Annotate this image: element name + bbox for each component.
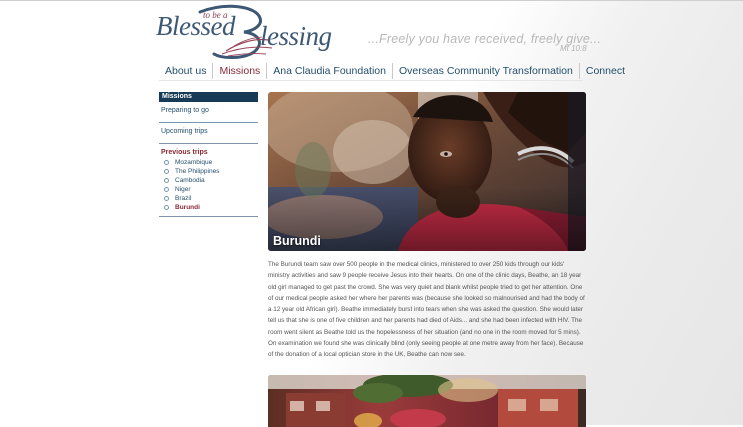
bullet-icon <box>164 187 169 192</box>
trip-label: Burundi <box>175 204 200 211</box>
nav-overseas-community-transformation[interactable]: Overseas Community Transformation <box>391 63 579 79</box>
main-nav: About us Missions Ana Claudia Foundation… <box>159 63 631 79</box>
nav-divider <box>159 80 583 81</box>
trip-item-the-philippines[interactable]: The Philippines <box>161 167 258 176</box>
nav-connect[interactable]: Connect <box>578 63 631 79</box>
nav-about-us[interactable]: About us <box>159 63 212 79</box>
trip-label: The Philippines <box>175 168 220 175</box>
trip-item-burundi[interactable]: Burundi <box>161 203 258 212</box>
trip-label: Brazil <box>175 195 192 202</box>
bullet-icon <box>164 169 169 174</box>
bullet-icon <box>164 178 169 183</box>
nav-ana-claudia-foundation[interactable]: Ana Claudia Foundation <box>266 63 392 79</box>
trip-label: Cambodia <box>175 177 205 184</box>
bullet-icon <box>164 196 169 201</box>
hero-image <box>268 92 586 251</box>
previous-trips-list: Mozambique The Philippines Cambodia Nige… <box>159 158 258 217</box>
trip-item-niger[interactable]: Niger <box>161 185 258 194</box>
bullet-icon <box>164 205 169 210</box>
bullet-icon <box>164 160 169 165</box>
trip-item-cambodia[interactable]: Cambodia <box>161 176 258 185</box>
sidebar-heading: Missions <box>159 92 258 102</box>
article-text: The Burundi team saw over 500 people in … <box>268 261 585 359</box>
trip-label: Mozambique <box>175 159 213 166</box>
logo-word-blessing: lessing <box>260 21 332 51</box>
sidebar-link-upcoming-trips[interactable]: Upcoming trips <box>159 123 258 144</box>
trip-item-mozambique[interactable]: Mozambique <box>161 158 258 167</box>
hero-photo: Burundi <box>268 92 586 251</box>
page: to be a Blessed lessing ...Freely you ha… <box>0 0 743 427</box>
second-photo <box>268 375 586 427</box>
sidebar-previous-trips-heading: Previous trips <box>161 149 208 156</box>
site-logo[interactable]: to be a Blessed lessing <box>156 4 356 64</box>
hero-caption: Burundi <box>273 234 321 248</box>
logo-word-blessed: Blessed <box>156 11 235 41</box>
nav-missions[interactable]: Missions <box>212 63 266 79</box>
trip-item-brazil[interactable]: Brazil <box>161 194 258 203</box>
sidebar: Missions Preparing to go Upcoming trips … <box>159 92 258 217</box>
sidebar-link-preparing-to-go[interactable]: Preparing to go <box>159 102 258 123</box>
second-image <box>268 375 586 427</box>
tagline-verse: Mt 10:8 <box>560 44 587 53</box>
trip-label: Niger <box>175 186 191 193</box>
